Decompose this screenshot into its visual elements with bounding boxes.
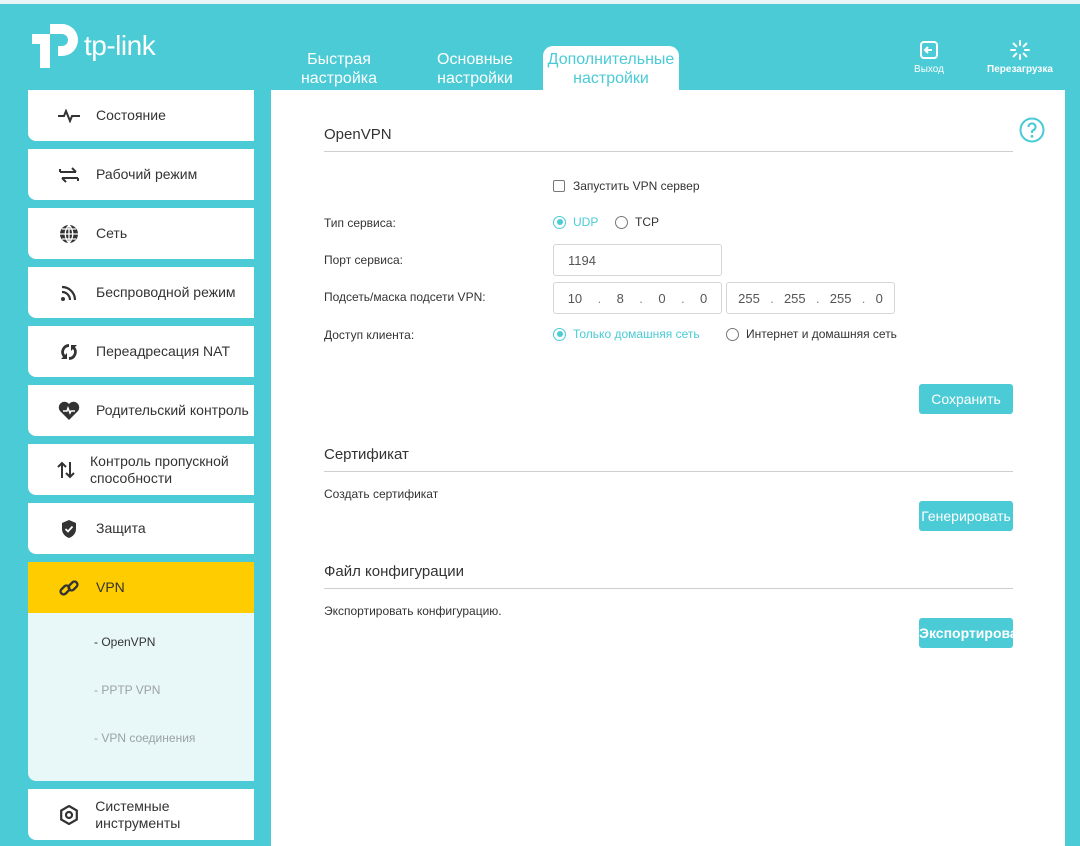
heart-icon [56, 400, 82, 422]
sidebar-item-nat-forwarding[interactable]: Переадресация NAT [28, 326, 254, 377]
home-network-only-radio[interactable]: Только домашняя сеть [553, 327, 700, 341]
internet-and-home-radio[interactable]: Интернет и домашняя сеть [726, 327, 897, 341]
reboot-label: Перезагрузка [987, 64, 1053, 75]
sidebar-item-label: Беспроводной режим [96, 284, 236, 300]
sidebar-item-label: Рабочий режим [96, 166, 198, 182]
tcp-label: TCP [635, 215, 659, 229]
ip-octet: 10 [567, 290, 583, 306]
link-icon [56, 577, 82, 599]
sidebar-item-system-tools[interactable]: Системные инструменты [28, 789, 254, 840]
content-panel: OpenVPN Запустить VPN сервер Тип сервиса… [271, 90, 1065, 846]
sidebar-item-label: Родительский контроль [96, 402, 249, 418]
reboot-icon [1010, 40, 1030, 60]
nat-icon [56, 341, 82, 363]
submenu-item-vpn-connections[interactable]: - VPN соединения [28, 731, 254, 779]
vpn-netmask-input[interactable]: 255. 255. 255. 0 [726, 282, 895, 314]
ip-octet: 8 [616, 290, 624, 306]
tab-label-line1: Быстрая [307, 51, 371, 68]
sidebar-item-operation-mode[interactable]: Рабочий режим [28, 149, 254, 200]
sidebar-item-bandwidth-control[interactable]: Контроль пропускной способности [28, 444, 254, 495]
ip-octet: 0 [658, 290, 666, 306]
sidebar-item-wireless[interactable]: Беспроводной режим [28, 267, 254, 318]
top-border [0, 0, 1080, 4]
udp-label: UDP [573, 215, 599, 229]
sidebar: Состояние Рабочий режим Сеть Беспроводно… [28, 90, 254, 846]
sidebar-item-label: VPN [96, 579, 125, 595]
sidebar-item-label: Переадресация NAT [96, 343, 231, 359]
sidebar-item-network[interactable]: Сеть [28, 208, 254, 259]
tab-label-line1: Основные [437, 51, 513, 68]
pulse-icon [56, 105, 82, 127]
logout-label: Выход [914, 64, 944, 75]
mask-octet: 255 [738, 290, 760, 306]
home-network-only-label: Только домашняя сеть [573, 327, 700, 341]
logout-icon [920, 41, 938, 59]
globe-icon [56, 223, 82, 245]
tab-label-line1: Дополнительные [547, 51, 675, 68]
logo-text: tp-link [84, 30, 156, 61]
vpn-submenu: - OpenVPN - PPTP VPN - VPN соединения [28, 613, 254, 781]
gear-icon [56, 804, 81, 826]
save-button[interactable]: Сохранить [919, 384, 1013, 414]
vpn-subnet-label: Подсеть/маска подсети VPN: [324, 290, 486, 304]
openvpn-section-title: OpenVPN [324, 126, 1013, 152]
logout-button[interactable]: Выход [906, 40, 952, 75]
service-port-input[interactable]: 1194 [553, 244, 722, 276]
tab-basic-settings[interactable]: Основные настройки [407, 46, 543, 90]
sidebar-item-label: Защита [96, 520, 146, 536]
submenu-item-pptp-vpn[interactable]: - PPTP VPN [28, 683, 254, 731]
sidebar-item-vpn[interactable]: VPN [28, 562, 254, 613]
tab-label-line2: настройки [437, 70, 513, 87]
service-port-value: 1194 [568, 252, 596, 268]
sidebar-item-security[interactable]: Защита [28, 503, 254, 554]
mask-octet: 255 [783, 290, 806, 306]
tab-label-line2: настройки [573, 70, 649, 87]
submenu-item-openvpn[interactable]: - OpenVPN [28, 635, 254, 683]
service-type-label: Тип сервиса: [324, 216, 396, 230]
tab-label-line2: настройка [300, 70, 378, 87]
client-access-label: Доступ клиента: [324, 328, 415, 342]
enable-vpn-server-label: Запустить VPN сервер [573, 179, 700, 193]
sidebar-item-status[interactable]: Состояние [28, 90, 254, 141]
sidebar-item-label: Контроль пропускной способности [90, 452, 229, 486]
tp-link-logo: tp-link [28, 20, 156, 72]
wifi-icon [56, 282, 82, 304]
sidebar-item-label: Системные инструменты [95, 797, 181, 831]
updown-arrows-icon [56, 459, 76, 481]
udp-radio[interactable]: UDP [553, 215, 598, 229]
reboot-button[interactable]: Перезагрузка [980, 40, 1060, 75]
internet-and-home-label: Интернет и домашняя сеть [746, 327, 897, 341]
sidebar-item-label: Сеть [96, 225, 128, 241]
export-config-label: Экспортировать конфигурацию. [324, 604, 502, 618]
ip-octet: 0 [700, 290, 708, 306]
mask-octet: 255 [829, 290, 852, 306]
shield-icon [56, 518, 82, 540]
certificate-section-title: Сертификат [324, 446, 1013, 472]
enable-vpn-server-checkbox[interactable]: Запустить VPN сервер [553, 179, 700, 193]
radio-dot [553, 327, 566, 341]
sidebar-item-parental-control[interactable]: Родительский контроль [28, 385, 254, 436]
vpn-subnet-input[interactable]: 10. 8. 0. 0 [553, 282, 722, 314]
radio-dot [726, 327, 739, 341]
export-button[interactable]: Экспортировать [919, 618, 1013, 648]
tcp-radio[interactable]: TCP [615, 215, 659, 229]
checkbox-box [553, 180, 565, 192]
help-icon[interactable] [1019, 117, 1045, 143]
top-tabs: Быстрая настройка Основные настройки Доп… [271, 46, 679, 90]
radio-dot [615, 215, 628, 229]
mask-octet: 0 [875, 290, 883, 306]
create-certificate-label: Создать сертификат [324, 487, 439, 501]
generate-button[interactable]: Генерировать [919, 501, 1013, 531]
swap-icon [56, 164, 82, 186]
service-port-label: Порт сервиса: [324, 253, 403, 267]
config-file-section-title: Файл конфигурации [324, 563, 1013, 589]
sidebar-item-label: Состояние [96, 107, 166, 123]
logo-mark-icon [28, 20, 80, 72]
radio-dot [553, 215, 566, 229]
tab-advanced-settings[interactable]: Дополнительные настройки [543, 46, 679, 90]
tab-quick-setup[interactable]: Быстрая настройка [271, 46, 407, 90]
